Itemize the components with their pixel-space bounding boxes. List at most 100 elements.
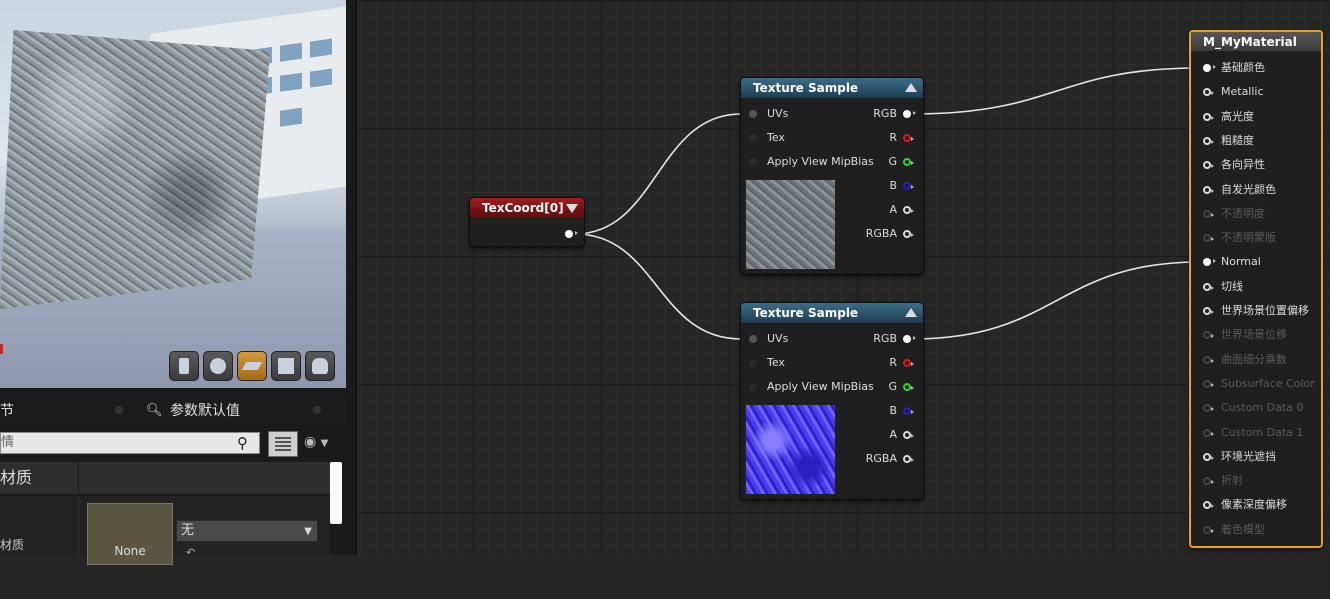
material-section-header[interactable]: 材质 — [0, 462, 330, 494]
material-input-pin-row[interactable]: 高光度 — [1203, 109, 1254, 125]
pin-label: Apply View MipBias — [767, 155, 874, 168]
material-input-pin-row[interactable]: 各向异性 — [1203, 157, 1265, 173]
plane-icon — [241, 362, 263, 370]
pin-label: 世界场景位置偏移 — [1221, 304, 1309, 317]
material-input-pin-row[interactable]: Normal — [1203, 254, 1261, 270]
material-preview-viewport[interactable] — [0, 0, 346, 388]
texture-thumbnail — [746, 180, 835, 269]
wire-ts1-to-basecolor — [911, 67, 1201, 115]
output-pin-row[interactable]: G — [888, 154, 914, 170]
material-input-pin-row[interactable]: 基础颜色 — [1203, 60, 1265, 76]
node-header: Texture Sample — [741, 78, 923, 98]
input-pin[interactable] — [1203, 282, 1214, 291]
input-pin-row[interactable]: UVs — [749, 331, 788, 347]
material-output-node[interactable]: M_MyMaterial 基础颜色 Metallic 高光度粗糙度各向异性自发光颜色… — [1189, 30, 1323, 548]
details-search-row: 情 ⚲ ◉ ▼ — [0, 430, 346, 458]
tab-close-dot[interactable] — [313, 406, 321, 414]
output-pin-row[interactable]: R — [889, 130, 914, 146]
output-pin-row[interactable]: B — [889, 178, 914, 194]
cylinder-icon — [179, 358, 189, 374]
pin-label: Apply View MipBias — [767, 380, 874, 393]
material-input-pin-row[interactable]: Metallic — [1203, 84, 1264, 100]
material-input-pin-row[interactable]: 着色模型 — [1203, 522, 1265, 538]
tab-details[interactable]: 节 — [0, 397, 14, 425]
texture-sample-node-1[interactable]: Texture Sample UVs Tex Apply View MipBia… — [740, 77, 924, 275]
cube-preview-button[interactable] — [271, 351, 301, 381]
material-thumbnail[interactable]: None — [87, 503, 173, 565]
mesh-preview-button[interactable] — [305, 351, 335, 381]
node-title: TexCoord[0] — [482, 201, 564, 215]
material-input-pin-row[interactable]: 粗糙度 — [1203, 133, 1254, 149]
output-pin-row[interactable]: RGBA — [866, 226, 914, 242]
material-input-pin-row[interactable]: Custom Data 0 — [1203, 400, 1303, 416]
input-pin[interactable] — [1203, 525, 1214, 534]
output-pin-row[interactable]: RGB — [873, 331, 916, 347]
material-input-pin-row[interactable]: 不透明度 — [1203, 206, 1265, 222]
output-pin-row[interactable]: A — [889, 202, 914, 218]
input-pin[interactable] — [1203, 379, 1214, 388]
output-pin-row[interactable]: R — [889, 355, 914, 371]
visibility-button[interactable]: ◉ ▼ — [304, 434, 344, 454]
material-input-pin-row[interactable]: 世界场景位置偏移 — [1203, 303, 1309, 319]
material-combo-box[interactable]: 无 ▼ — [176, 520, 318, 542]
input-pin[interactable] — [1203, 112, 1214, 121]
input-pin-row[interactable]: UVs — [749, 106, 788, 122]
input-pin[interactable] — [1203, 307, 1214, 315]
axis-marker — [0, 344, 3, 354]
teapot-icon — [312, 358, 328, 374]
details-search-input[interactable]: 情 — [0, 432, 260, 454]
input-pin-row[interactable]: Apply View MipBias — [749, 154, 874, 170]
collapse-arrow-icon[interactable] — [905, 308, 917, 317]
material-input-pin-row[interactable]: Custom Data 1 — [1203, 425, 1303, 441]
normal-map-thumbnail — [746, 405, 835, 494]
input-pin-row[interactable]: Apply View MipBias — [749, 379, 874, 395]
view-options-button[interactable] — [268, 431, 298, 457]
material-input-pin-row[interactable]: 切线 — [1203, 279, 1243, 295]
input-pin-row[interactable]: Tex — [749, 355, 785, 371]
tab-close-dot[interactable] — [115, 406, 123, 414]
eye-icon: ◉ — [304, 434, 317, 450]
left-panel: 节 🔍︎ 参数默认值 情 ⚲ ◉ ▼ 材质 材质 None 无 ▼ ↶ — [0, 0, 355, 565]
input-pin[interactable] — [1203, 185, 1214, 194]
sphere-icon — [210, 358, 226, 374]
input-pin[interactable] — [1203, 209, 1214, 218]
input-pin-row[interactable]: Tex — [749, 130, 785, 146]
reset-arrow-icon[interactable]: ↶ — [186, 546, 195, 559]
texture-sample-node-2[interactable]: Texture Sample UVs Tex Apply View MipBia… — [740, 302, 924, 500]
material-input-pin-row[interactable]: Subsurface Color — [1203, 376, 1315, 392]
node-header: M_MyMaterial — [1191, 32, 1321, 51]
collapse-arrow-icon[interactable] — [566, 204, 578, 213]
pin-label: Subsurface Color — [1221, 376, 1315, 390]
output-pin[interactable] — [565, 230, 578, 238]
input-pin[interactable] — [1203, 64, 1216, 72]
cylinder-preview-button[interactable] — [169, 351, 199, 381]
material-input-pin-row[interactable]: 不透明蒙版 — [1203, 230, 1276, 246]
material-input-pin-row[interactable]: 折射 — [1203, 473, 1243, 489]
material-input-pin-row[interactable]: 世界场景位移 — [1203, 327, 1287, 343]
material-input-pin-row[interactable]: 环境光遮挡 — [1203, 449, 1276, 465]
material-graph-canvas[interactable]: TexCoord[0] Texture Sample UVs Tex Apply… — [357, 0, 1330, 555]
output-pin-row[interactable]: RGB — [873, 106, 916, 122]
node-title: Texture Sample — [753, 81, 859, 95]
collapse-arrow-icon[interactable] — [905, 83, 917, 92]
output-pin-row[interactable]: B — [889, 403, 914, 419]
material-input-pin-row[interactable]: 自发光颜色 — [1203, 182, 1276, 198]
input-pin[interactable] — [1203, 428, 1214, 437]
wire-texcoord-to-ts1 — [574, 113, 742, 235]
tab-parameter-defaults[interactable]: 参数默认值 — [170, 397, 240, 425]
input-pin[interactable] — [1203, 136, 1214, 145]
section-title: 材质 — [0, 468, 33, 487]
input-pin[interactable] — [1203, 452, 1214, 461]
plane-preview-button[interactable] — [237, 351, 267, 381]
input-pin[interactable] — [1203, 355, 1214, 364]
sphere-preview-button[interactable] — [203, 351, 233, 381]
material-input-pin-row[interactable]: 曲面细分乘数 — [1203, 352, 1287, 368]
material-input-pin-row[interactable]: 像素深度偏移 — [1203, 497, 1287, 513]
output-pin-row[interactable]: A — [889, 427, 914, 443]
details-scrollbar[interactable] — [330, 462, 342, 524]
output-pin-row[interactable]: G — [888, 379, 914, 395]
output-pin-row[interactable]: RGBA — [866, 451, 914, 467]
texcoord-node[interactable]: TexCoord[0] — [469, 197, 585, 247]
node-title: M_MyMaterial — [1203, 35, 1297, 49]
pin-label: Custom Data 1 — [1221, 425, 1304, 439]
